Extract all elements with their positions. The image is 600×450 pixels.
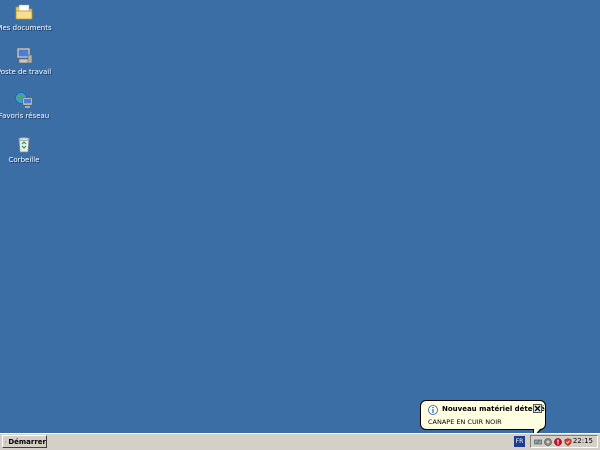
desktop-icon-network-places[interactable]: Favoris réseau [0, 90, 54, 121]
safely-remove-hardware-icon[interactable] [534, 438, 542, 446]
notification-balloon[interactable]: Nouveau matériel détecté CANAPE EN CUIR … [420, 400, 546, 438]
system-tray: 22:15 [530, 435, 598, 448]
desktop-icon-my-computer[interactable]: Poste de travail [0, 46, 54, 77]
network-places-icon [15, 92, 33, 108]
clock[interactable]: 22:15 [573, 437, 593, 445]
desktop-icon-recycle-bin[interactable]: Corbeille [0, 134, 54, 165]
start-button[interactable]: Démarrer [2, 435, 47, 448]
start-button-label: Démarrer [8, 437, 46, 446]
desktop-icon-label: Corbeille [8, 156, 40, 164]
close-icon [534, 405, 541, 412]
language-indicator[interactable]: FR [514, 436, 525, 447]
shield-icon[interactable] [564, 438, 572, 446]
my-computer-icon [16, 47, 33, 64]
balloon-message: CANAPE EN CUIR NOIR [428, 418, 502, 426]
desktop-icon-my-documents[interactable]: Mes documents [0, 2, 54, 33]
windows-logo-icon [5, 440, 7, 443]
balloon-close-button[interactable] [533, 404, 542, 413]
recycle-bin-icon [18, 137, 30, 153]
info-icon [428, 405, 438, 415]
balloon-title: Nouveau matériel détecté [442, 405, 545, 413]
desktop-icon-label: Favoris réseau [0, 112, 50, 120]
desktop-icon-label: Poste de travail [0, 68, 52, 76]
desktop-icon-label: Mes documents [0, 24, 52, 32]
security-alert-icon[interactable] [554, 438, 562, 446]
taskbar: Démarrer FR 22:15 [0, 433, 600, 450]
volume-icon[interactable] [544, 438, 552, 446]
my-documents-icon [15, 4, 33, 20]
